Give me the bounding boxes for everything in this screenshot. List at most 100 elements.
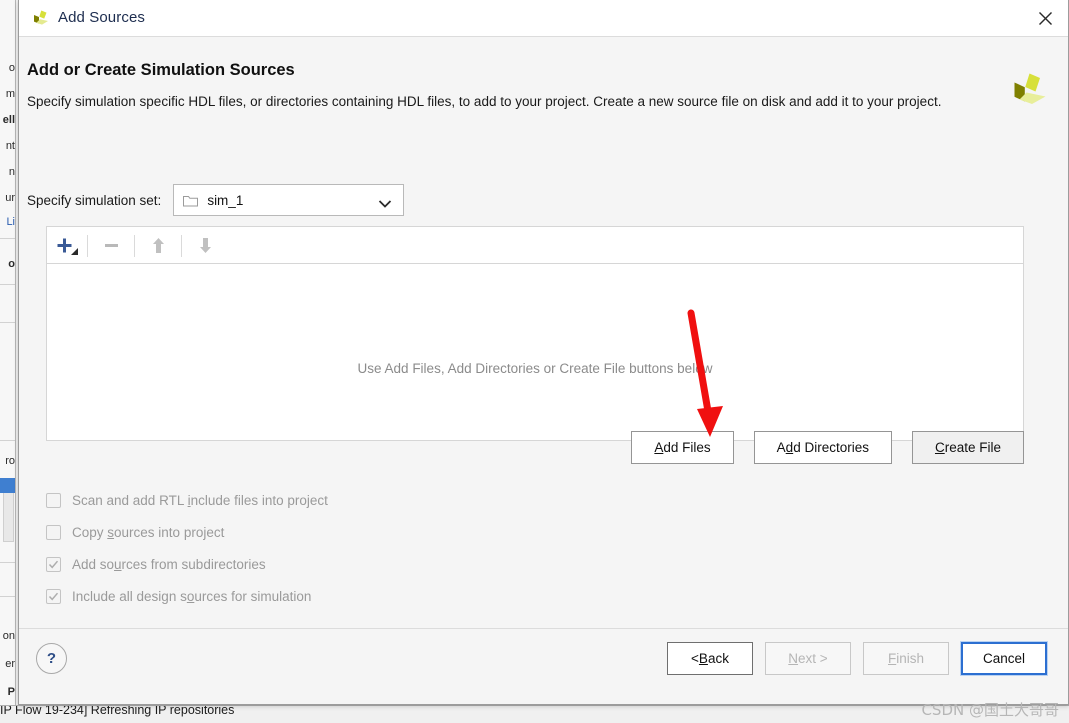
amd-xilinx-logo-icon (1008, 71, 1050, 113)
checkmark-icon (48, 592, 59, 601)
back-mnemonic: B (698, 651, 708, 666)
close-icon[interactable] (1022, 0, 1068, 36)
add-directories-mnemonic: d (785, 440, 794, 455)
source-action-buttons: Add Files Add Directories Create File (19, 431, 1024, 464)
back-pre: < (691, 651, 699, 666)
checkbox-box (46, 588, 61, 604)
cancel-button[interactable]: Cancel (960, 641, 1048, 676)
label-mnemonic: u (114, 556, 122, 572)
add-subdirectories-checkbox[interactable]: Add sources from subdirectories (46, 548, 328, 580)
bg-divider (0, 440, 15, 441)
cancel-label: Cancel (982, 651, 1026, 666)
source-list-toolbar (46, 226, 1024, 264)
background-status-bar: IP Flow 19-234] Refreshing IP repositori… (0, 705, 1069, 723)
label-post: nclude files into project (190, 492, 328, 508)
bg-text-fragment: o (8, 62, 15, 74)
dialog-body: Specify simulation set: sim_1 Use Add Fi… (19, 141, 1068, 627)
bg-text-fragment: n (8, 166, 15, 178)
bg-selected-row (0, 478, 15, 493)
label-post: urces for simulation (194, 588, 312, 604)
bg-text-fragment: P (7, 686, 15, 698)
bg-divider (0, 284, 15, 285)
toolbar-separator (87, 234, 88, 257)
checkbox-label: Copy sources into project (72, 525, 224, 540)
bg-text-fragment: m (5, 88, 15, 100)
dialog-footer: ? < Back Next > Finish Cancel (19, 628, 1068, 704)
add-sources-dialog: Add Sources Add or Create Simulation Sou… (18, 0, 1069, 705)
move-down-button[interactable] (188, 228, 222, 264)
xilinx-logo-icon (31, 9, 51, 29)
bg-divider (0, 322, 15, 323)
next-post: ext > (798, 651, 828, 666)
checkbox-label: Include all design sources for simulatio… (72, 589, 311, 604)
simulation-set-row: Specify simulation set: sim_1 (27, 184, 405, 216)
source-options: Scan and add RTL include files into proj… (46, 484, 328, 612)
toolbar-separator (134, 234, 135, 257)
bg-text-fragment: ro (5, 455, 15, 467)
bg-text-fragment: Li (6, 216, 15, 228)
help-button[interactable]: ? (36, 643, 67, 674)
checkbox-box (46, 556, 61, 572)
back-post: ack (707, 651, 729, 666)
label-post: rces from subdirectories (121, 556, 266, 572)
finish-mnemonic: F (887, 651, 897, 666)
add-files-button[interactable]: Add Files (631, 431, 734, 464)
toolbar-separator (181, 234, 182, 257)
move-up-button[interactable] (141, 228, 175, 264)
page-title: Add or Create Simulation Sources (27, 61, 295, 79)
checkbox-label: Scan and add RTL include files into proj… (72, 493, 328, 508)
label-post: ources into project (114, 524, 225, 540)
scan-rtl-include-checkbox[interactable]: Scan and add RTL include files into proj… (46, 484, 328, 516)
checkmark-icon (48, 560, 59, 569)
add-directories-pre: A (776, 440, 786, 455)
checkbox-label: Add sources from subdirectories (72, 557, 266, 572)
label-pre: Add so (72, 556, 115, 572)
add-directories-post: d Directories (793, 440, 869, 455)
bg-text-fragment: ur (5, 192, 15, 204)
add-sources-button[interactable] (47, 228, 81, 264)
bg-divider (0, 596, 15, 597)
create-file-post: reate File (944, 440, 1001, 455)
include-all-design-sources-checkbox[interactable]: Include all design sources for simulatio… (46, 580, 328, 612)
bg-text-fragment: on (2, 630, 15, 642)
dialog-header: Add or Create Simulation Sources Specify… (19, 38, 1068, 141)
bg-text-fragment: er (5, 658, 15, 670)
csdn-watermark: CSDN @国土大哥哥 (921, 701, 1059, 719)
create-file-mnemonic: C (934, 440, 945, 455)
simulation-set-value: sim_1 (207, 192, 244, 208)
copy-sources-checkbox[interactable]: Copy sources into project (46, 516, 328, 548)
empty-list-hint: Use Add Files, Add Directories or Create… (357, 361, 713, 376)
add-files-mnemonic: A (654, 440, 664, 455)
label-pre: Include all design s (72, 588, 187, 604)
status-message: IP Flow 19-234] Refreshing IP repositori… (0, 705, 235, 717)
folder-icon (183, 194, 199, 207)
finish-button[interactable]: Finish (863, 642, 949, 675)
simulation-set-dropdown[interactable]: sim_1 (173, 184, 405, 216)
simulation-set-label: Specify simulation set: (27, 192, 162, 208)
chevron-down-icon (378, 196, 392, 214)
next-button[interactable]: Next > (765, 642, 851, 675)
bg-text-fragment: ell (2, 114, 15, 126)
checkbox-box (46, 492, 61, 508)
dropdown-arrow-icon (71, 242, 78, 260)
remove-sources-button[interactable] (94, 228, 128, 264)
bg-text-fragment: o (8, 258, 15, 270)
dialog-titlebar: Add Sources (19, 0, 1068, 37)
create-file-button[interactable]: Create File (911, 431, 1024, 464)
source-list[interactable]: Use Add Files, Add Directories or Create… (46, 263, 1024, 441)
checkbox-box (46, 524, 61, 540)
add-files-post: dd Files (663, 440, 711, 455)
next-mnemonic: N (788, 651, 799, 666)
bg-divider (0, 562, 15, 563)
back-button[interactable]: < Back (667, 642, 753, 675)
navigation-buttons: < Back Next > Finish Cancel (667, 641, 1048, 676)
background-left-panel: o m ell nt n ur Li o ro on er P (0, 0, 16, 705)
bg-divider (0, 238, 15, 239)
finish-post: inish (896, 651, 924, 666)
add-directories-button[interactable]: Add Directories (753, 431, 892, 464)
dialog-title: Add Sources (58, 9, 145, 26)
bg-text-fragment: nt (5, 140, 15, 152)
label-pre: Copy (72, 524, 108, 540)
label-pre: Scan and add RTL (72, 492, 188, 508)
page-description: Specify simulation specific HDL files, o… (27, 94, 942, 109)
